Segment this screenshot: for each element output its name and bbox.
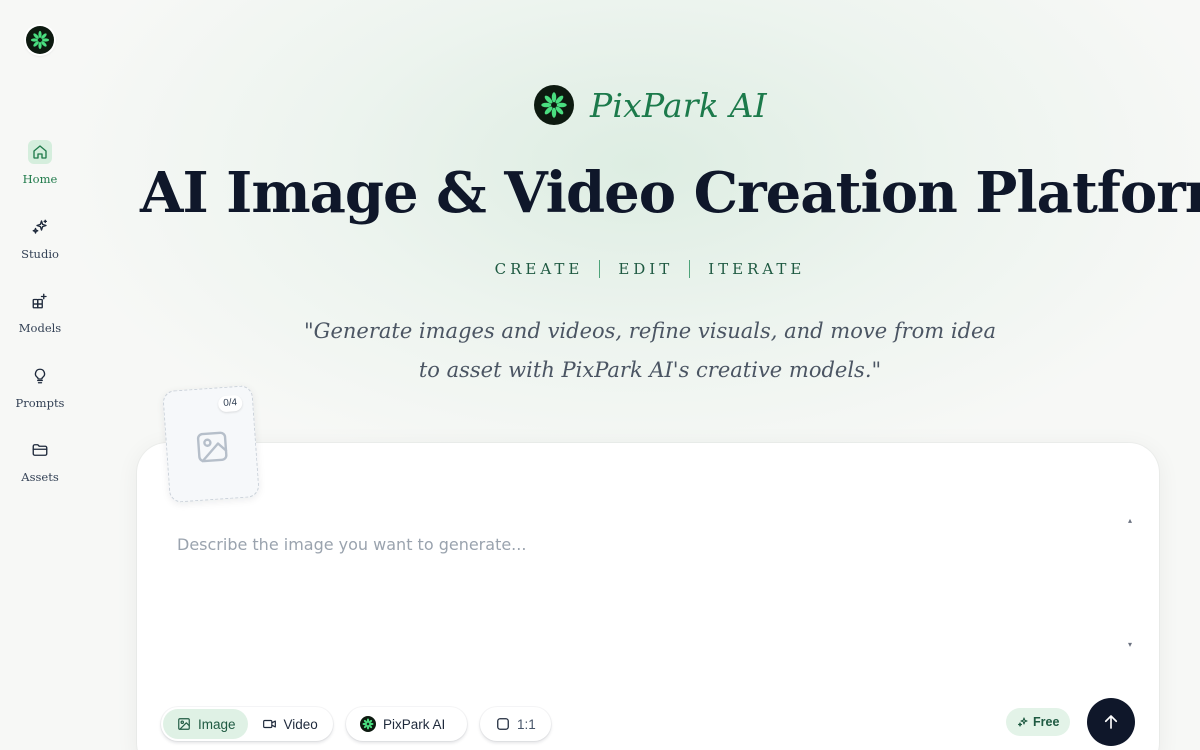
- hero-subtitle: "Generate images and videos, refine visu…: [300, 312, 1000, 390]
- tagline-word: ITERATE: [708, 260, 806, 278]
- square-icon: [496, 717, 510, 731]
- model-selector[interactable]: PixPark AI: [346, 707, 467, 741]
- home-icon: [28, 140, 52, 164]
- sidebar-item-label: Models: [18, 321, 62, 335]
- tagline-word: CREATE: [494, 260, 584, 278]
- submit-button[interactable]: [1087, 698, 1135, 746]
- sidebar-item-assets[interactable]: Assets: [0, 438, 80, 498]
- upload-count-badge: 0/4: [217, 394, 243, 413]
- folder-icon: [28, 438, 52, 462]
- tagline-word: EDIT: [618, 260, 674, 278]
- sidebar-item-label: Studio: [21, 247, 59, 261]
- aspect-ratio-pill[interactable]: 1:1: [480, 709, 548, 739]
- model-selector-pill[interactable]: PixPark AI: [346, 709, 457, 739]
- sidebar-item-home[interactable]: Home: [0, 140, 80, 200]
- video-icon: [262, 717, 277, 731]
- tab-video[interactable]: Video: [248, 709, 330, 739]
- sparkles-icon: [1017, 716, 1029, 728]
- sidebar-item-label: Assets: [21, 470, 59, 484]
- tab-image[interactable]: Image: [163, 709, 248, 739]
- flower-logo-icon: [541, 92, 567, 118]
- mode-toggle: Image Video: [161, 707, 333, 741]
- prompt-input[interactable]: [177, 530, 1107, 680]
- sidebar-item-label: Prompts: [15, 396, 65, 410]
- sidebar-item-label: Home: [22, 172, 58, 186]
- image-upload-tile[interactable]: 0/4: [162, 384, 260, 504]
- free-label: Free: [1033, 715, 1060, 729]
- image-icon: [177, 717, 191, 731]
- tagline: CREATE EDIT ITERATE: [300, 258, 1000, 280]
- sidebar-item-models[interactable]: Models: [0, 289, 80, 349]
- image-placeholder-icon: [196, 431, 228, 463]
- lightbulb-icon: [28, 364, 52, 388]
- sidebar-item-studio[interactable]: Studio: [0, 215, 80, 275]
- flower-logo-icon: [30, 30, 50, 50]
- tagline-divider: [689, 260, 691, 278]
- arrow-up-icon: [1104, 715, 1118, 729]
- sidebar-logo[interactable]: [26, 26, 54, 54]
- sparkles-icon: [28, 215, 52, 239]
- model-logo-icon: [360, 716, 376, 732]
- subtitle-line: "Generate images and videos, refine visu…: [304, 319, 996, 343]
- sidebar-item-prompts[interactable]: Prompts: [0, 364, 80, 424]
- model-label: PixPark AI: [383, 716, 446, 732]
- grid-plus-icon: [28, 289, 52, 313]
- free-badge: Free: [1006, 708, 1071, 736]
- tab-label: Image: [198, 716, 236, 732]
- sidebar: Home Studio Models Prompts Assets: [0, 0, 80, 750]
- brand-logo: [534, 85, 574, 125]
- subtitle-line: to asset with PixPark AI's creative mode…: [418, 358, 882, 382]
- page-title: AI Image & Video Creation Platform: [140, 160, 1200, 226]
- brand-header: PixPark AI: [534, 84, 767, 126]
- scroll-down-arrow[interactable]: ▾: [1126, 641, 1134, 649]
- aspect-ratio-selector[interactable]: 1:1: [480, 707, 551, 741]
- tab-label: Video: [283, 716, 318, 732]
- aspect-ratio-label: 1:1: [517, 716, 536, 732]
- tagline-divider: [599, 260, 601, 278]
- scroll-up-arrow[interactable]: ▴: [1126, 517, 1134, 525]
- brand-name: PixPark AI: [590, 85, 767, 125]
